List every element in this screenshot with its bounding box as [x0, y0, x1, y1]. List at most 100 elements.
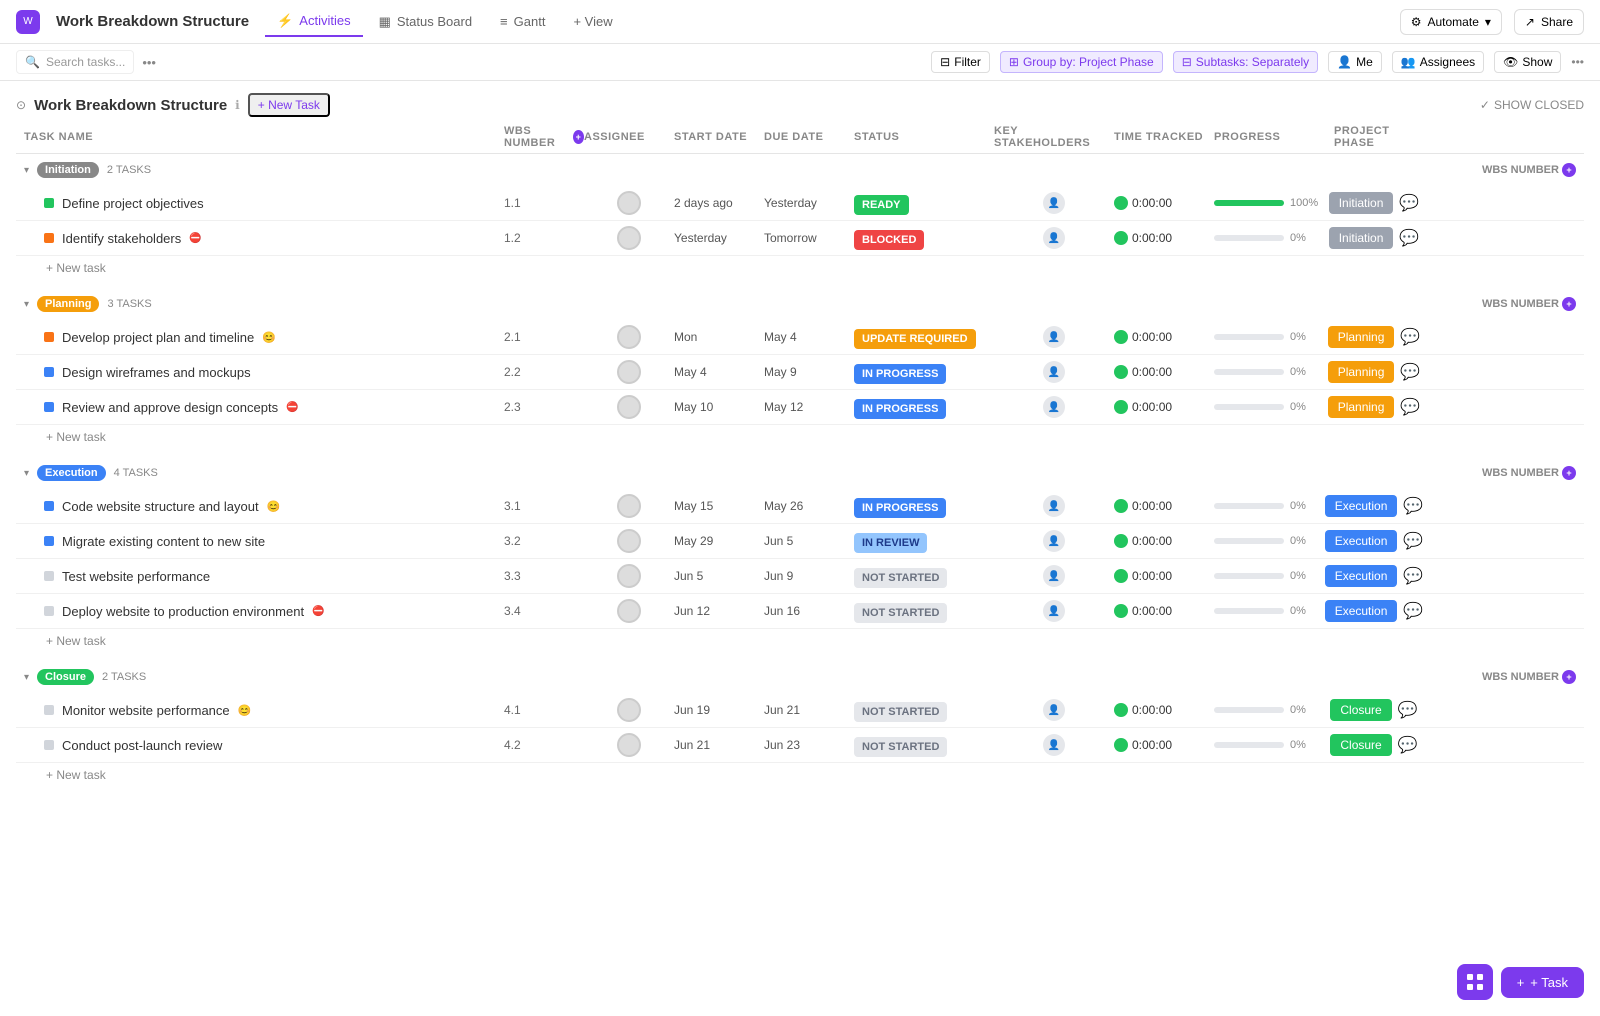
search-box[interactable]: 🔍 Search tasks...	[16, 50, 134, 74]
stakeholder-cell[interactable]: 👤	[994, 227, 1114, 249]
stakeholder-icon[interactable]: 👤	[1043, 699, 1065, 721]
table-row[interactable]: Design wireframes and mockups 2.2 May 4 …	[16, 355, 1584, 390]
page-expand-icon[interactable]: ⊙	[16, 98, 26, 112]
phase-badge[interactable]: Execution	[1325, 530, 1398, 552]
table-row[interactable]: Deploy website to production environment…	[16, 594, 1584, 629]
avatar[interactable]	[617, 494, 641, 518]
stakeholder-cell[interactable]: 👤	[994, 396, 1114, 418]
stakeholder-cell[interactable]: 👤	[994, 530, 1114, 552]
phase-badge[interactable]: Initiation	[1329, 192, 1394, 214]
table-row[interactable]: Conduct post-launch review 4.2 Jun 21 Ju…	[16, 728, 1584, 763]
me-button[interactable]: 👤 Me	[1328, 51, 1382, 73]
status-badge[interactable]: IN PROGRESS	[854, 498, 946, 518]
stakeholder-cell[interactable]: 👤	[994, 600, 1114, 622]
stakeholder-icon[interactable]: 👤	[1043, 565, 1065, 587]
stakeholder-cell[interactable]: 👤	[994, 565, 1114, 587]
assignees-button[interactable]: 👥 Assignees	[1392, 51, 1484, 73]
avatar[interactable]	[617, 529, 641, 553]
filter-button[interactable]: ⊟ Filter	[931, 51, 990, 73]
table-row[interactable]: Define project objectives 1.1 2 days ago…	[16, 186, 1584, 221]
project-phase-cell[interactable]: Execution 💬	[1334, 600, 1414, 622]
avatar[interactable]	[617, 226, 641, 250]
phase-badge[interactable]: Execution	[1325, 565, 1398, 587]
section-toggle-planning[interactable]: ▾	[24, 299, 29, 310]
status-cell[interactable]: NOT STARTED	[854, 738, 994, 753]
phase-badge[interactable]: Initiation	[1329, 227, 1394, 249]
status-cell[interactable]: NOT STARTED	[854, 703, 994, 718]
grid-view-button[interactable]	[1457, 964, 1493, 1000]
stakeholder-icon[interactable]: 👤	[1043, 227, 1065, 249]
project-phase-cell[interactable]: Closure 💬	[1334, 734, 1414, 756]
new-task-row[interactable]: + New task	[16, 425, 1584, 449]
tab-activities[interactable]: ⚡ Activities	[265, 7, 362, 37]
stakeholder-cell[interactable]: 👤	[994, 192, 1114, 214]
assignee-cell[interactable]	[584, 325, 674, 349]
assignee-cell[interactable]	[584, 599, 674, 623]
status-cell[interactable]: READY	[854, 196, 994, 211]
stakeholder-cell[interactable]: 👤	[994, 734, 1114, 756]
stakeholder-icon[interactable]: 👤	[1043, 530, 1065, 552]
section-toggle-initiation[interactable]: ▾	[24, 165, 29, 176]
section-toggle-closure[interactable]: ▾	[24, 672, 29, 683]
assignee-cell[interactable]	[584, 564, 674, 588]
section-toggle-execution[interactable]: ▾	[24, 468, 29, 479]
assignee-cell[interactable]	[584, 395, 674, 419]
status-cell[interactable]: IN REVIEW	[854, 534, 994, 549]
status-cell[interactable]: IN PROGRESS	[854, 400, 994, 415]
stakeholder-icon[interactable]: 👤	[1043, 396, 1065, 418]
phase-badge[interactable]: Planning	[1328, 361, 1395, 383]
project-phase-cell[interactable]: Planning 💬	[1334, 361, 1414, 383]
assignee-cell[interactable]	[584, 698, 674, 722]
assignee-cell[interactable]	[584, 226, 674, 250]
project-phase-cell[interactable]: Closure 💬	[1334, 699, 1414, 721]
status-cell[interactable]: NOT STARTED	[854, 604, 994, 619]
project-phase-cell[interactable]: Execution 💬	[1334, 495, 1414, 517]
table-row[interactable]: Code website structure and layout 😊 3.1 …	[16, 489, 1584, 524]
new-task-button[interactable]: + New Task	[248, 93, 330, 117]
more-options-icon[interactable]: •••	[142, 55, 156, 70]
status-badge[interactable]: IN PROGRESS	[854, 399, 946, 419]
comment-icon[interactable]: 💬	[1400, 362, 1420, 382]
phase-badge[interactable]: Execution	[1325, 600, 1398, 622]
stakeholder-cell[interactable]: 👤	[994, 495, 1114, 517]
project-phase-cell[interactable]: Execution 💬	[1334, 530, 1414, 552]
more-toolbar-icon[interactable]: •••	[1571, 55, 1584, 69]
status-cell[interactable]: BLOCKED	[854, 231, 994, 246]
avatar[interactable]	[617, 733, 641, 757]
status-badge[interactable]: UPDATE REQUIRED	[854, 329, 976, 349]
comment-icon[interactable]: 💬	[1403, 531, 1423, 551]
comment-icon[interactable]: 💬	[1399, 228, 1419, 248]
table-row[interactable]: Review and approve design concepts ⛔ 2.3…	[16, 390, 1584, 425]
project-phase-cell[interactable]: Initiation 💬	[1334, 227, 1414, 249]
new-task-row[interactable]: + New task	[16, 629, 1584, 653]
avatar[interactable]	[617, 564, 641, 588]
comment-icon[interactable]: 💬	[1398, 735, 1418, 755]
project-phase-cell[interactable]: Execution 💬	[1334, 565, 1414, 587]
new-task-row[interactable]: + New task	[16, 256, 1584, 280]
stakeholder-icon[interactable]: 👤	[1043, 495, 1065, 517]
avatar[interactable]	[617, 325, 641, 349]
status-cell[interactable]: UPDATE REQUIRED	[854, 330, 994, 345]
show-closed-button[interactable]: ✓ SHOW CLOSED	[1480, 98, 1584, 112]
avatar[interactable]	[617, 191, 641, 215]
status-badge[interactable]: IN PROGRESS	[854, 364, 946, 384]
new-task-row[interactable]: + New task	[16, 763, 1584, 787]
stakeholder-icon[interactable]: 👤	[1043, 192, 1065, 214]
status-badge[interactable]: IN REVIEW	[854, 533, 927, 553]
status-cell[interactable]: IN PROGRESS	[854, 499, 994, 514]
avatar[interactable]	[617, 599, 641, 623]
status-badge[interactable]: NOT STARTED	[854, 603, 947, 623]
assignee-cell[interactable]	[584, 360, 674, 384]
comment-icon[interactable]: 💬	[1400, 397, 1420, 417]
tab-gantt[interactable]: ≡ Gantt	[488, 8, 557, 35]
wbs-add-icon[interactable]: +	[573, 130, 584, 144]
phase-badge[interactable]: Planning	[1328, 326, 1395, 348]
assignee-cell[interactable]	[584, 494, 674, 518]
project-phase-cell[interactable]: Initiation 💬	[1334, 192, 1414, 214]
stakeholder-cell[interactable]: 👤	[994, 326, 1114, 348]
status-badge[interactable]: NOT STARTED	[854, 702, 947, 722]
show-button[interactable]: 👁 Show	[1494, 51, 1561, 73]
stakeholder-icon[interactable]: 👤	[1043, 600, 1065, 622]
subtasks-button[interactable]: ⊟ Subtasks: Separately	[1173, 51, 1318, 73]
phase-badge[interactable]: Closure	[1330, 699, 1391, 721]
